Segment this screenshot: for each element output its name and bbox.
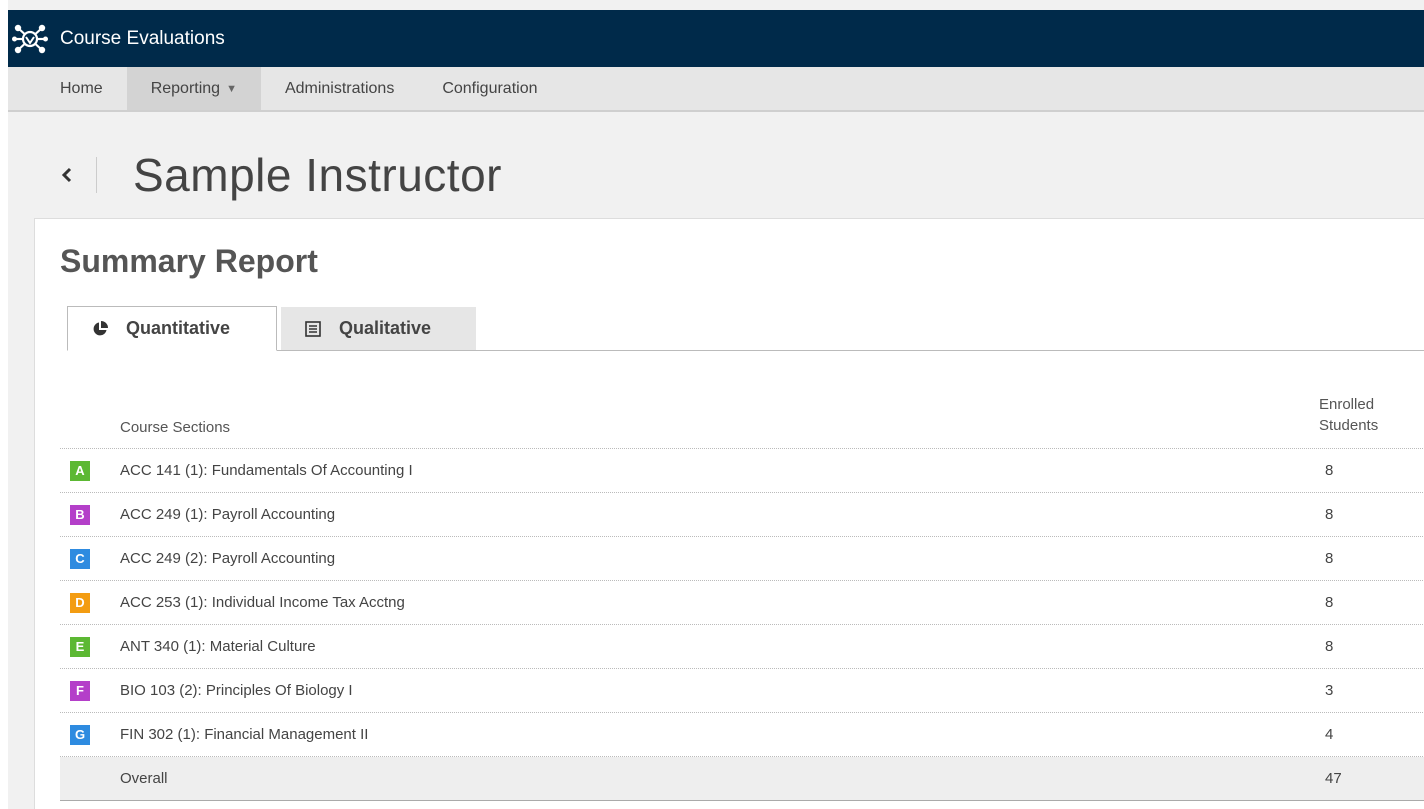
course-name[interactable]: ANT 340 (1): Material Culture: [120, 638, 316, 655]
nav-home[interactable]: Home: [8, 67, 127, 110]
section-badge: D: [70, 592, 90, 613]
section-badge: A: [70, 460, 90, 481]
tab-qualitative-label: Qualitative: [339, 318, 432, 338]
header-course-sections: Course Sections: [120, 419, 231, 436]
back-button[interactable]: [52, 155, 82, 195]
tab-quantitative-label: Quantitative: [126, 318, 231, 338]
course-name[interactable]: ACC 249 (1): Payroll Accounting: [120, 506, 335, 523]
section-badge: F: [70, 680, 90, 701]
table-header: Course Sections Enrolled Students: [60, 389, 1424, 449]
page-title: Sample Instructor: [133, 149, 502, 201]
section-badge: C: [70, 548, 90, 569]
table-row[interactable]: G FIN 302 (1): Financial Management II 4: [60, 713, 1424, 757]
nav-administrations-label: Administrations: [284, 79, 395, 97]
section-badge: B: [70, 504, 90, 525]
course-sections-table: Course Sections Enrolled Students A ACC 1…: [60, 389, 1424, 801]
enrolled-count: 8: [1325, 462, 1334, 479]
left-margin: [0, 0, 8, 809]
nav-home-label: Home: [60, 79, 103, 97]
table-row[interactable]: A ACC 141 (1): Fundamentals Of Accounting…: [60, 449, 1424, 493]
table-row[interactable]: E ANT 340 (1): Material Culture 8: [60, 625, 1424, 669]
overall-row: Overall 47: [60, 757, 1424, 801]
report-tabs: Quantitative Qualitative: [67, 306, 1424, 351]
course-name[interactable]: ACC 253 (1): Individual Income Tax Acctn…: [120, 594, 405, 611]
header-divider: [96, 157, 97, 193]
course-name[interactable]: ACC 249 (2): Payroll Accounting: [120, 550, 335, 567]
section-badge: G: [70, 724, 90, 745]
enrolled-count: 8: [1325, 638, 1334, 655]
overall-label: Overall: [120, 770, 168, 787]
enrolled-count: 4: [1325, 726, 1334, 743]
pie-chart-icon: [93, 320, 108, 335]
table-row[interactable]: B ACC 249 (1): Payroll Accounting 8: [60, 493, 1424, 537]
header-enrolled-students: Enrolled Students: [1319, 396, 1379, 434]
report-title: Summary Report: [60, 243, 318, 279]
table-row[interactable]: C ACC 249 (2): Payroll Accounting 8: [60, 537, 1424, 581]
enrolled-count: 3: [1325, 682, 1334, 699]
nav-reporting-label: Reporting: [150, 79, 221, 97]
enrolled-count: 8: [1325, 550, 1334, 567]
report-panel: Summary Report Quantitative Qualitative …: [34, 218, 1424, 809]
network-logo-icon[interactable]: [10, 19, 50, 59]
table-row[interactable]: F BIO 103 (2): Principles Of Biology I 3: [60, 669, 1424, 713]
overall-enrolled: 47: [1325, 770, 1342, 787]
app-header: Course Evaluations: [8, 10, 1424, 67]
main-nav: Home Reporting ▼ Administrations Configu…: [8, 67, 1424, 112]
chevron-down-icon: ▼: [226, 82, 237, 95]
course-name[interactable]: ACC 141 (1): Fundamentals Of Accounting …: [120, 462, 413, 479]
table-row[interactable]: D ACC 253 (1): Individual Income Tax Acct…: [60, 581, 1424, 625]
page-header: Sample Instructor: [8, 130, 502, 220]
nav-configuration-label: Configuration: [442, 79, 538, 97]
tab-qualitative[interactable]: Qualitative: [281, 307, 476, 350]
nav-configuration[interactable]: Configuration: [418, 67, 561, 110]
app-title: Course Evaluations: [60, 27, 225, 49]
enrolled-count: 8: [1325, 506, 1334, 523]
course-name[interactable]: BIO 103 (2): Principles Of Biology I: [120, 682, 353, 699]
nav-reporting[interactable]: Reporting ▼: [126, 67, 261, 110]
enrolled-count: 8: [1325, 594, 1334, 611]
course-name[interactable]: FIN 302 (1): Financial Management II: [120, 726, 368, 743]
nav-administrations[interactable]: Administrations: [261, 67, 418, 110]
list-document-icon: [305, 320, 321, 337]
chevron-left-icon: [61, 167, 72, 183]
tab-quantitative[interactable]: Quantitative: [67, 306, 277, 351]
section-badge: E: [70, 636, 90, 657]
